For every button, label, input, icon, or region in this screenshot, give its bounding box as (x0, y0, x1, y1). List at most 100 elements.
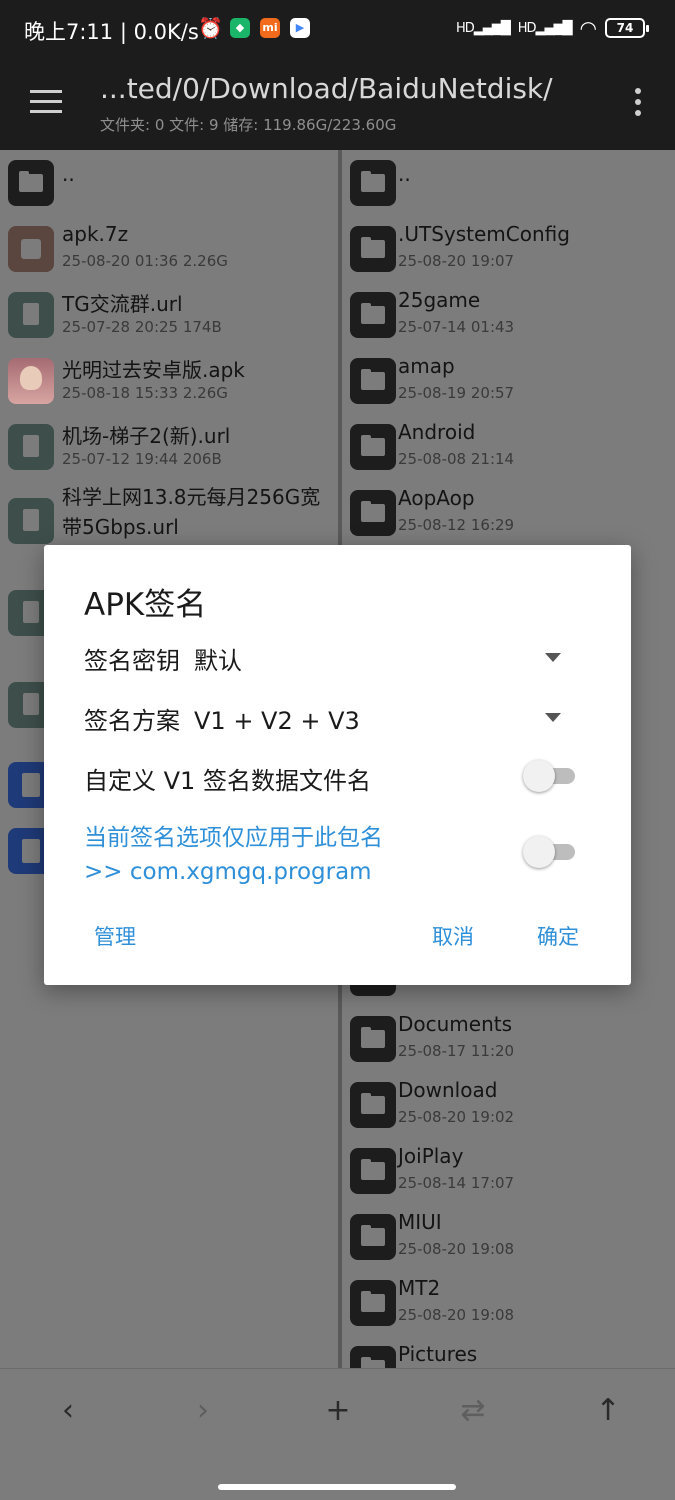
folder-item[interactable]: 25game 25-07-14 01:43 (342, 282, 675, 348)
play-store-icon: ▶ (290, 18, 310, 38)
signing-key-select[interactable]: 签名密钥 默认 (84, 641, 242, 676)
folder-icon (350, 1280, 396, 1326)
folder-name: AopAop (398, 486, 475, 510)
folder-name: .UTSystemConfig (398, 222, 570, 246)
folder-item[interactable]: Pictures (342, 1336, 675, 1368)
file-name: 科学上网13.8元每月256G宽带5Gbps.url (62, 485, 321, 539)
alarm-icon: ⏰ (198, 16, 223, 40)
parent-directory-item[interactable]: .. (342, 150, 675, 216)
signing-scheme-label: 签名方案 (84, 707, 180, 735)
chevron-down-icon[interactable] (545, 713, 561, 722)
manage-button[interactable]: 管理 (94, 921, 136, 951)
apk-sign-dialog: APK签名 签名密钥 默认 签名方案 V1 + V2 + V3 自定义 V1 签名数… (44, 545, 631, 985)
folder-name: amap (398, 354, 455, 378)
folder-meta: 25-08-08 21:14 (398, 450, 515, 468)
folder-item[interactable]: .UTSystemConfig 25-08-20 19:07 (342, 216, 675, 282)
security-app-icon: ◆ (230, 18, 250, 38)
app-bar: ...ted/0/Download/BaiduNetdisk/ 文件夹: 0 文… (0, 58, 675, 150)
folder-meta: 25-08-20 19:02 (398, 1108, 515, 1126)
menu-icon[interactable] (30, 90, 62, 114)
folder-meta: 25-08-19 20:57 (398, 384, 515, 402)
status-time: 晚上7:11 | 0.0K/s (24, 20, 199, 44)
folder-meta: 25-08-20 19:08 (398, 1240, 515, 1258)
folder-name: Android (398, 420, 476, 444)
signing-key-value: 默认 (194, 647, 242, 675)
folder-meta: 25-08-20 19:08 (398, 1306, 515, 1324)
file-name: 机场-梯子2(新).url (62, 424, 231, 448)
signing-scheme-select[interactable]: 签名方案 V1 + V2 + V3 (84, 701, 360, 736)
file-item[interactable]: TG交流群.url 25-07-28 20:25 174B (0, 282, 338, 348)
folder-item[interactable]: Documents 25-08-17 11:20 (342, 1006, 675, 1072)
file-item[interactable]: 机场-梯子2(新).url 25-07-12 19:44 206B (0, 414, 338, 480)
up-directory-icon[interactable]: ↑ (588, 1393, 628, 1428)
swap-panes-icon[interactable]: ⇄ (453, 1393, 493, 1428)
file-meta: 25-07-12 19:44 206B (62, 450, 222, 468)
signal-icon: HD▂▄▆█ (455, 20, 511, 36)
home-indicator[interactable] (218, 1484, 456, 1490)
package-only-note: 当前签名选项仅应用于此包名 >> com.xgmgq.program (84, 825, 383, 885)
custom-v1-toggle[interactable] (523, 759, 575, 793)
folder-item[interactable]: MT2 25-08-20 19:08 (342, 1270, 675, 1336)
folder-item[interactable]: AopAop 25-08-12 16:29 (342, 480, 675, 546)
apk-icon (8, 358, 54, 404)
folder-icon (350, 1346, 396, 1368)
file-name: TG交流群.url (62, 292, 183, 316)
cancel-button[interactable]: 取消 (432, 921, 474, 951)
folder-name: JoiPlay (398, 1144, 464, 1168)
archive-icon (8, 226, 54, 272)
mi-app-icon: mi (260, 18, 280, 38)
folder-item[interactable]: amap 25-08-19 20:57 (342, 348, 675, 414)
add-icon[interactable]: + (318, 1393, 358, 1428)
document-icon (8, 424, 54, 470)
folder-icon (8, 160, 54, 206)
file-meta: 25-08-18 15:33 2.26G (62, 384, 228, 402)
folder-meta: 25-08-12 16:29 (398, 516, 515, 534)
folder-item[interactable]: MIUI 25-08-20 19:08 (342, 1204, 675, 1270)
signing-scheme-value: V1 + V2 + V3 (194, 707, 360, 735)
document-icon (8, 498, 54, 544)
file-meta: 25-08-20 01:36 2.26G (62, 252, 228, 270)
signal-icon: HD▂▄▆█ (517, 20, 573, 36)
folder-meta: 25-08-17 11:20 (398, 1042, 515, 1060)
folder-meta: 25-08-14 17:07 (398, 1174, 515, 1192)
document-icon (8, 292, 54, 338)
folder-item[interactable]: Download 25-08-20 19:02 (342, 1072, 675, 1138)
folder-name: MIUI (398, 1210, 442, 1234)
file-name: 光明过去安卓版.apk (62, 358, 245, 382)
folder-icon (350, 490, 396, 536)
path-info: 文件夹: 0 文件: 9 储存: 119.86G/223.60G (100, 116, 397, 134)
signing-key-label: 签名密钥 (84, 647, 180, 675)
folder-name: MT2 (398, 1276, 441, 1300)
back-icon[interactable]: ‹ (48, 1393, 88, 1428)
folder-icon (350, 424, 396, 470)
custom-v1-label: 自定义 V1 签名数据文件名 (84, 767, 371, 795)
file-meta: 25-07-28 20:25 174B (62, 318, 222, 336)
more-options-icon[interactable] (635, 88, 641, 121)
ok-button[interactable]: 确定 (537, 921, 579, 951)
dialog-title: APK签名 (84, 587, 207, 623)
folder-icon (350, 1148, 396, 1194)
battery-icon: 74 (605, 18, 649, 38)
chevron-down-icon[interactable] (545, 653, 561, 662)
folder-item[interactable]: JoiPlay 25-08-14 17:07 (342, 1138, 675, 1204)
parent-directory-item[interactable]: .. (0, 150, 338, 216)
forward-icon[interactable]: › (183, 1393, 223, 1428)
folder-icon (350, 1214, 396, 1260)
file-name: apk.7z (62, 222, 129, 246)
folder-icon (350, 160, 396, 206)
folder-name: Pictures (398, 1342, 478, 1366)
file-item[interactable]: apk.7z 25-08-20 01:36 2.26G (0, 216, 338, 282)
folder-icon (350, 292, 396, 338)
folder-icon (350, 358, 396, 404)
folder-name: Documents (398, 1012, 513, 1036)
folder-name: 25game (398, 288, 481, 312)
folder-icon (350, 226, 396, 272)
folder-meta: 25-08-20 19:07 (398, 252, 515, 270)
current-path[interactable]: ...ted/0/Download/BaiduNetdisk/ (100, 72, 553, 105)
folder-item[interactable]: Android 25-08-08 21:14 (342, 414, 675, 480)
package-only-toggle[interactable] (523, 835, 575, 869)
file-item[interactable]: 光明过去安卓版.apk 25-08-18 15:33 2.26G (0, 348, 338, 414)
folder-meta: 25-07-14 01:43 (398, 318, 515, 336)
status-bar: 晚上7:11 | 0.0K/s ⏰ ◆ mi ▶ HD▂▄▆█ HD▂▄▆█ ◠… (0, 0, 675, 58)
folder-name: Download (398, 1078, 498, 1102)
